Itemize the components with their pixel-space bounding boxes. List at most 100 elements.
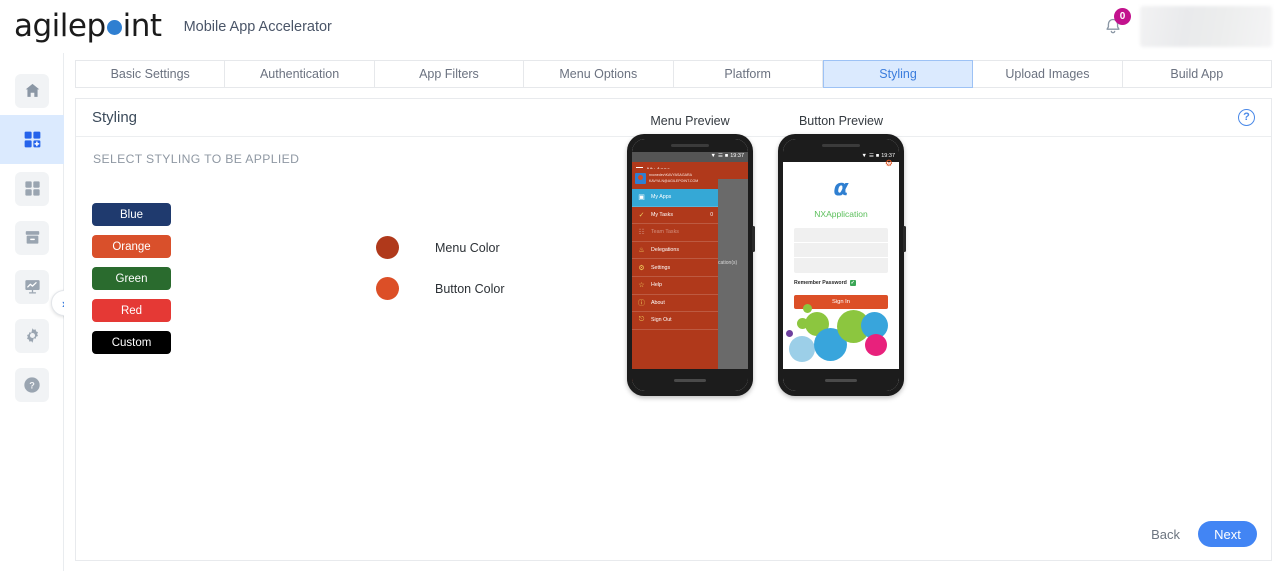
preset-button-custom[interactable]: Custom — [92, 331, 171, 354]
drawer-item-help[interactable]: ☆ Help — [632, 277, 718, 295]
apps-add-icon — [24, 131, 40, 148]
panel-help-icon[interactable]: ? — [1238, 109, 1255, 126]
menu-background-pane — [718, 179, 748, 382]
apps-grid-icon-box — [15, 171, 49, 206]
gear-icon: ⚙ — [638, 264, 645, 272]
agilepoint-logo[interactable]: agilep int — [14, 11, 162, 42]
archive-icon-box — [15, 220, 49, 255]
analytics-icon — [24, 280, 40, 294]
drawer-user-info: nxonedev\KAVYASAGARA KAVYA.N@AGILEPOINT.… — [632, 169, 718, 189]
battery-icon: ■ — [875, 153, 880, 160]
sidebar-item-settings[interactable] — [0, 311, 64, 360]
menu-color-swatch[interactable] — [376, 236, 399, 259]
button-color-row: Button Color — [376, 268, 504, 309]
team-icon: ☷ — [638, 229, 645, 237]
preset-button-red[interactable]: Red — [92, 299, 171, 322]
password-field[interactable] — [794, 243, 888, 258]
button-preview-phone: ▼ ☰ ■ 19:37 ⚙ α NXApplication Remember P… — [778, 134, 906, 396]
menu-preview-caption: Menu Preview — [650, 114, 730, 128]
wizard-footer: Back Next — [1151, 521, 1257, 547]
gear-icon-box — [15, 318, 49, 353]
tab-platform[interactable]: Platform — [673, 60, 823, 88]
preset-button-green[interactable]: Green — [92, 267, 171, 290]
avatar — [635, 173, 646, 184]
styling-panel: Styling ? SELECT STYLING TO BE APPLIED B… — [75, 98, 1272, 561]
notifications-button[interactable]: 0 — [1092, 6, 1134, 48]
phone-home-bar — [783, 369, 899, 391]
home-icon-box — [15, 73, 49, 108]
logo-text-part1: agilep — [14, 8, 106, 44]
signout-icon: ⎋ — [638, 316, 645, 324]
drawer-item-team-tasks[interactable]: ☷ Team Tasks — [632, 224, 718, 242]
drawer-user-text-block: nxonedev\KAVYASAGARA KAVYA.N@AGILEPOINT.… — [649, 173, 698, 183]
drawer-item-sign-out[interactable]: ⎋ Sign Out — [632, 312, 718, 330]
app-title: Mobile App Accelerator — [183, 18, 332, 35]
drawer-item-label: Sign Out — [651, 317, 672, 324]
drawer-item-delegations[interactable]: ♨ Delegations — [632, 242, 718, 260]
sidebar-item-apps-add[interactable] — [0, 115, 64, 164]
menu-background-text: cation(s) — [718, 260, 738, 266]
domain-field[interactable] — [794, 258, 888, 273]
phone-speaker-icon — [671, 144, 709, 147]
decorative-bubble — [789, 336, 815, 362]
logo-text-part2: int — [122, 8, 162, 44]
battery-icon: ■ — [724, 153, 729, 160]
analytics-icon-box — [15, 269, 49, 304]
drawer-item-about[interactable]: ⓘ About — [632, 295, 718, 313]
question-circle-icon: ? — [24, 376, 40, 393]
menu-app-screen: ▼ ☰ ■ 19:37 cation(s) My Apps — [632, 152, 748, 382]
decorative-bubble — [803, 304, 812, 313]
style-preset-list: Blue Orange Green Red Custom — [92, 203, 171, 354]
apps-grid-icon — [24, 181, 40, 196]
delegation-icon: ♨ — [638, 247, 645, 255]
home-icon — [25, 83, 39, 97]
archive-icon — [25, 231, 39, 244]
wifi-icon: ▼ — [710, 153, 716, 160]
tab-styling[interactable]: Styling — [822, 60, 974, 88]
tab-build-app[interactable]: Build App — [1122, 60, 1272, 88]
decorative-bubble — [865, 334, 887, 356]
menu-drawer: nxonedev\KAVYASAGARA KAVYA.N@AGILEPOINT.… — [632, 169, 718, 382]
tab-upload-images[interactable]: Upload Images — [973, 60, 1123, 88]
back-button[interactable]: Back — [1151, 527, 1180, 542]
tab-basic-settings[interactable]: Basic Settings — [75, 60, 226, 88]
section-label: SELECT STYLING TO BE APPLIED — [93, 152, 300, 166]
login-gear-icon[interactable]: ⚙ — [885, 159, 893, 168]
menu-color-label: Menu Color — [435, 240, 500, 255]
remember-password-row[interactable]: Remember Password ✓ — [794, 280, 856, 286]
button-color-swatch[interactable] — [376, 277, 399, 300]
drawer-item-label: Help — [651, 282, 662, 289]
apps-icon: ▣ — [638, 194, 645, 202]
color-swatch-list: Menu Color Button Color — [376, 227, 504, 309]
left-sidebar: ? › — [0, 53, 77, 571]
tab-app-filters[interactable]: App Filters — [374, 60, 525, 88]
drawer-item-my-apps[interactable]: ▣ My Apps — [632, 189, 718, 207]
button-color-label: Button Color — [435, 281, 505, 296]
sidebar-item-help[interactable]: ? — [0, 360, 64, 409]
remember-password-checkbox[interactable]: ✓ — [849, 280, 856, 286]
username-field[interactable] — [794, 228, 888, 243]
top-bar: agilep int Mobile App Accelerator 0 — [0, 0, 1280, 53]
phone-side-button — [752, 226, 755, 252]
sidebar-item-apps-grid[interactable] — [0, 164, 64, 213]
drawer-item-count: 0 — [710, 211, 713, 218]
apps-add-icon-box — [15, 123, 49, 157]
drawer-item-label: About — [651, 299, 665, 306]
phone-notch-bar — [783, 139, 899, 152]
sidebar-item-archive[interactable] — [0, 213, 64, 262]
wifi-icon: ▼ — [861, 153, 867, 160]
drawer-item-my-tasks[interactable]: ✓ My Tasks 0 — [632, 207, 718, 225]
tab-authentication[interactable]: Authentication — [225, 60, 375, 88]
sidebar-item-home[interactable] — [0, 66, 64, 115]
drawer-item-settings[interactable]: ⚙ Settings — [632, 259, 718, 277]
notification-count-badge: 0 — [1114, 7, 1131, 25]
user-account-area[interactable] — [1140, 6, 1272, 47]
drawer-item-label: My Tasks — [651, 211, 673, 218]
preset-button-blue[interactable]: Blue — [92, 203, 171, 226]
menu-status-bar: ▼ ☰ ■ 19:37 — [632, 152, 748, 162]
login-field-group — [794, 228, 888, 273]
svg-text:?: ? — [29, 380, 35, 390]
next-button[interactable]: Next — [1198, 521, 1257, 547]
tab-menu-options[interactable]: Menu Options — [524, 60, 674, 88]
preset-button-orange[interactable]: Orange — [92, 235, 171, 258]
